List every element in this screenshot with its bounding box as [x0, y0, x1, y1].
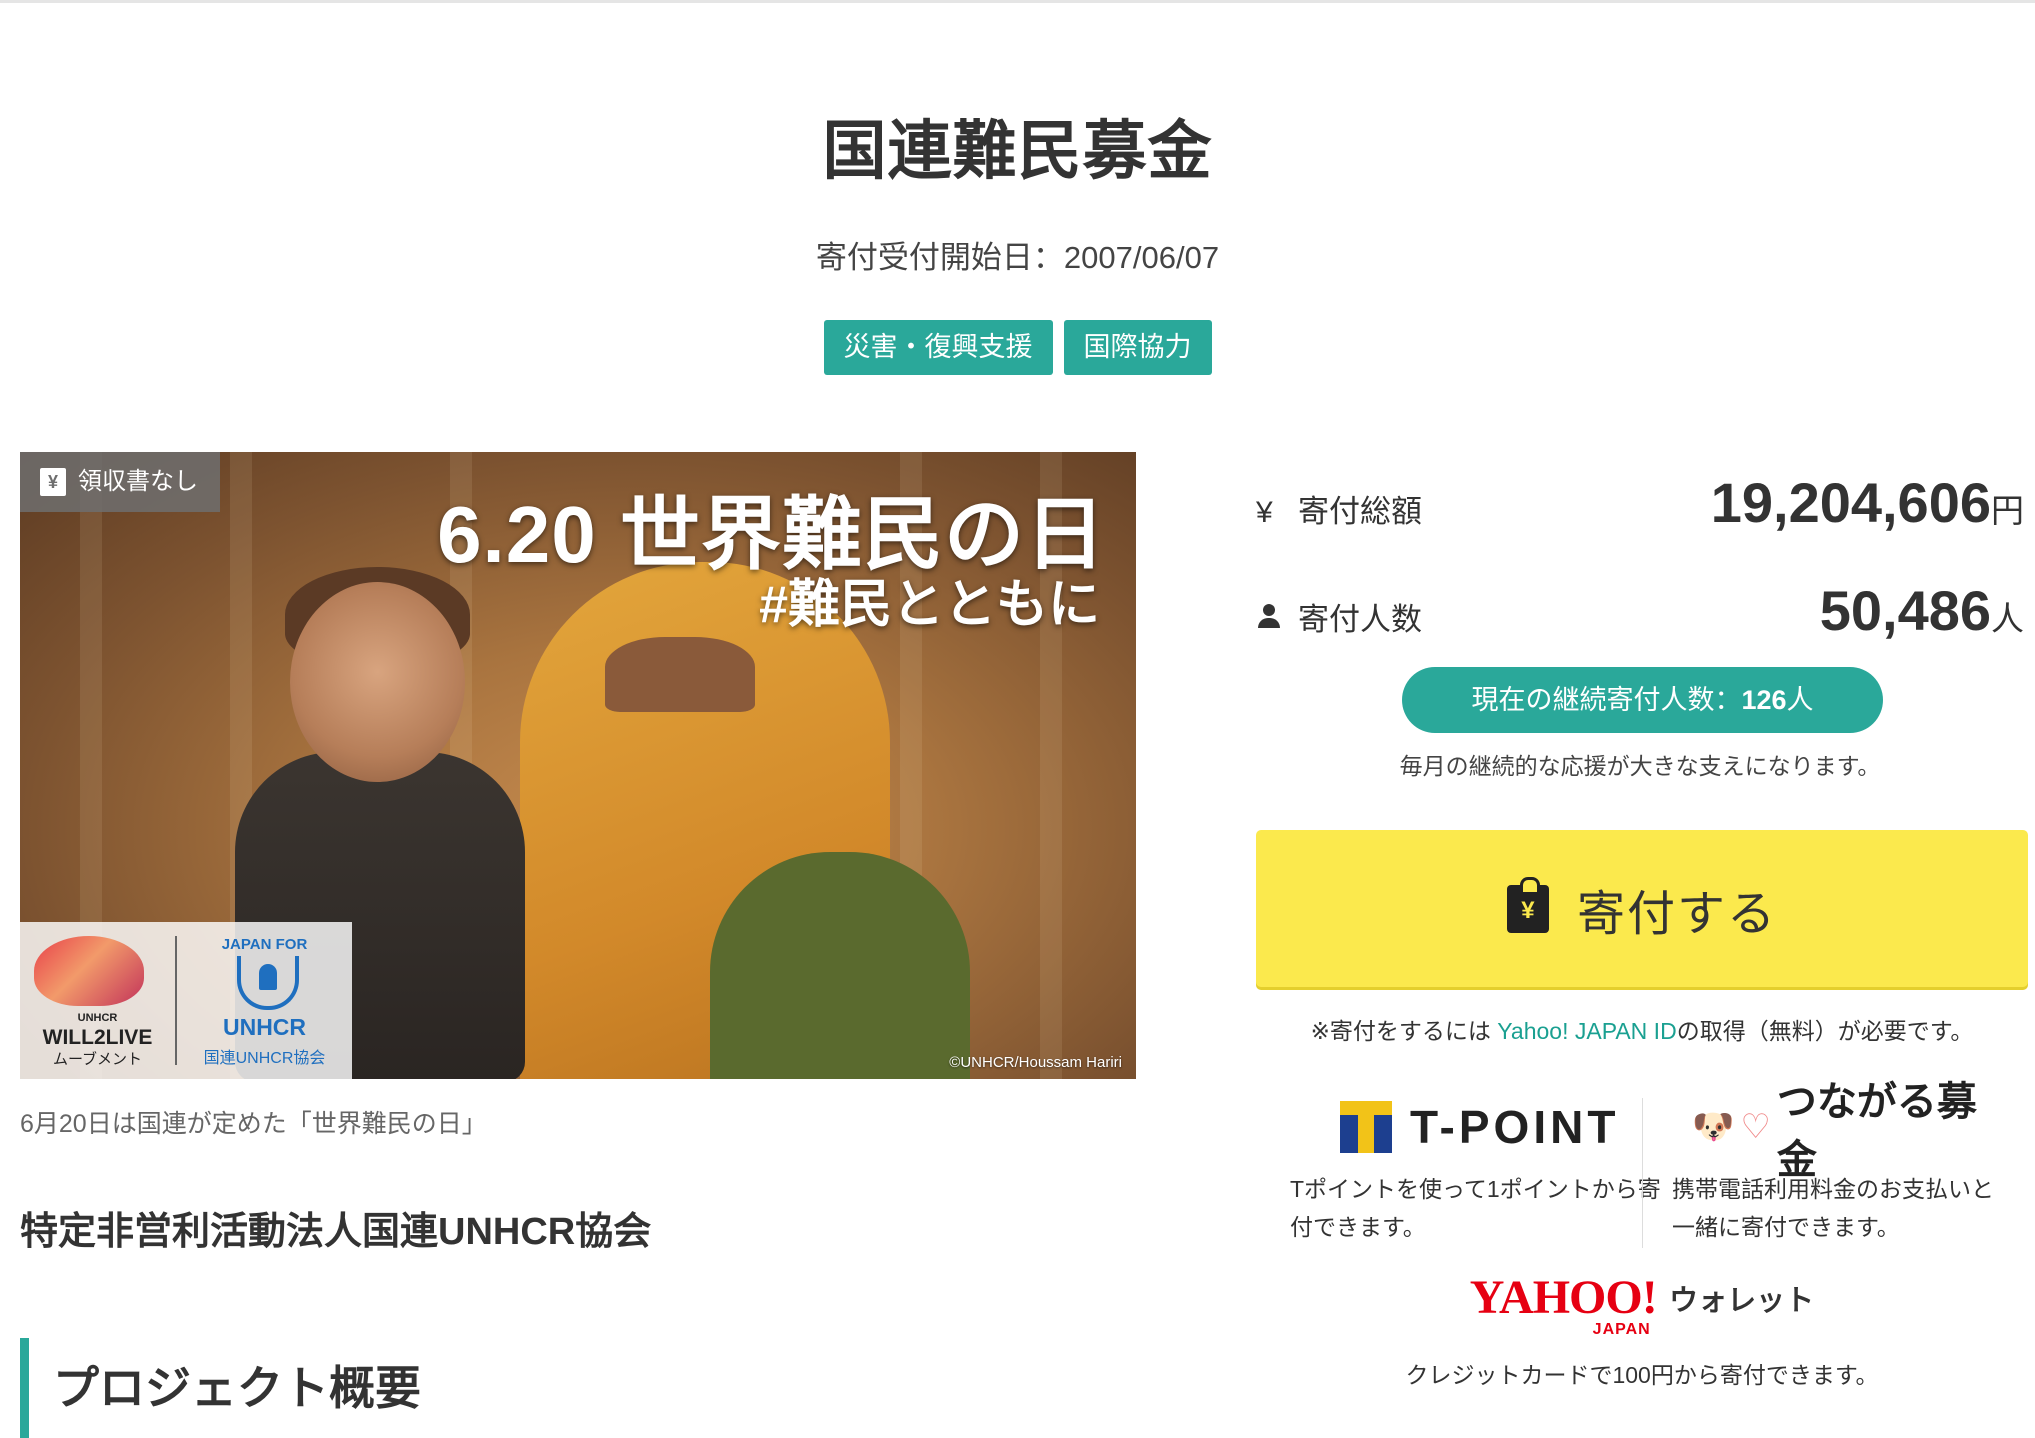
payment-divider — [1642, 1098, 1643, 1248]
photo-woman-face — [605, 637, 755, 712]
organization-name[interactable]: 特定非営利活動法人国連UNHCR協会 — [20, 1200, 651, 1255]
will2live-mark-icon — [34, 936, 144, 1006]
hero-image: 6.20 世界難民の日 #難民とともに ©UNHCR/Houssam Harir… — [20, 452, 1136, 1079]
tsunagaru-description: 携帯電話利用料金のお支払いと一緒に寄付できます。 — [1672, 1176, 1994, 1240]
receipt-badge-label: 領収書なし — [78, 468, 198, 495]
page-title: 国連難民募金 — [822, 115, 1213, 187]
yen-icon: ¥ — [1256, 496, 1273, 529]
will2live-logo: UNHCR WILL2LIVE ムーブメント — [20, 936, 177, 1068]
start-date: 寄付受付開始日：2007/06/07 — [815, 240, 1220, 275]
will2live-top-text: UNHCR — [77, 1012, 118, 1024]
monthly-note: 毎月の継続的な応援が大きな支えになります。 — [1399, 753, 1881, 779]
yahoo-logo-sub: JAPAN — [1592, 1321, 1651, 1338]
yahoo-id-link[interactable]: Yahoo! JAPAN ID — [1497, 1018, 1676, 1044]
will2live-sub: ムーブメント — [52, 1051, 143, 1068]
monthly-donor-value: 126 — [1741, 685, 1787, 715]
yahoo-wallet-option[interactable]: YAHOO! JAPAN ウォレット — [1256, 1270, 2028, 1338]
monthly-donor-label: 現在の継続寄付人数： — [1471, 685, 1742, 715]
stat-donors-value: 50,486 — [1819, 579, 1991, 642]
photo-credit: ©UNHCR/Houssam Hariri — [949, 1054, 1122, 1071]
hero-hashtag: #難民とともに — [759, 576, 1100, 634]
tpoint-logo: T-POINT — [1340, 1096, 1670, 1158]
monthly-donor-badge: 現在の継続寄付人数：126人 — [1402, 667, 1883, 733]
partner-logos: UNHCR WILL2LIVE ムーブメント JAPAN FOR UNHCR 国… — [20, 922, 352, 1079]
tpoint-option[interactable]: T-POINT Tポイントを使って1ポイントから寄付できます。 — [1290, 1096, 1670, 1246]
yahoo-id-note: ※寄付をするには Yahoo! JAPAN IDの取得（無料）が必要です。 — [1256, 1012, 2028, 1046]
stat-donor-count: 寄付人数 50,486 人 — [1256, 578, 2024, 643]
unhcr-top-text: JAPAN FOR — [221, 936, 308, 953]
stat-total-amount: ¥ 寄付総額 19,204,606 円 — [1256, 470, 2024, 535]
donation-clipboard-icon: ¥ — [1506, 876, 1549, 933]
receipt-badge: ¥ 領収書なし — [20, 452, 220, 512]
tsunagaru-option[interactable]: 🐶 ♡ つながる募金 携帯電話利用料金のお支払いと一緒に寄付できます。 — [1672, 1080, 2002, 1246]
dog-icon: 🐶 — [1692, 1108, 1735, 1146]
will2live-name: WILL2LIVE — [42, 1026, 153, 1049]
person-icon — [1256, 604, 1282, 630]
image-caption: 6月20日は国連が定めた「世界難民の日」 — [20, 1110, 487, 1138]
tag-disaster-recovery[interactable]: 災害・復興支援 — [823, 320, 1053, 375]
photo-woman-arm — [710, 852, 970, 1079]
tag-international-cooperation[interactable]: 国際協力 — [1063, 320, 1212, 375]
stat-total-label: 寄付総額 — [1298, 494, 1422, 529]
monthly-donor-unit: 人 — [1786, 685, 1814, 715]
tpoint-logo-text: T-POINT — [1410, 1101, 1620, 1153]
donate-button-label: 寄付する — [1576, 887, 1777, 941]
donate-button[interactable]: ¥ 寄付する — [1256, 830, 2028, 987]
yahoo-note-prefix: ※寄付をするには — [1310, 1018, 1498, 1044]
yahoo-wallet-description: クレジットカードで100円から寄付できます。 — [1405, 1362, 1879, 1388]
section-heading-overview: プロジェクト概要 — [20, 1338, 421, 1438]
yen-receipt-icon: ¥ — [40, 468, 66, 496]
tpoint-mark-icon — [1340, 1101, 1392, 1153]
photo-child-head — [290, 582, 465, 782]
stat-total-value: 19,204,606 — [1710, 471, 1991, 534]
tsunagaru-logo-text: つながる募金 — [1776, 1080, 1977, 1182]
unhcr-name: UNHCR — [222, 1014, 307, 1040]
stat-total-unit: 円 — [1991, 492, 2024, 529]
yahoo-wallet-label: ウォレット — [1669, 1284, 1815, 1317]
top-border — [0, 0, 2035, 3]
yahoo-logo-text: YAHOO! — [1469, 1271, 1658, 1324]
unhcr-logo: JAPAN FOR UNHCR 国連UNHCR協会 — [177, 922, 352, 1079]
unhcr-emblem-icon — [237, 956, 299, 1010]
tpoint-description: Tポイントを使って1ポイントから寄付できます。 — [1290, 1176, 1661, 1240]
tag-list: 災害・復興支援 国際協力 — [0, 320, 2035, 375]
heart-icon: ♡ — [1740, 1108, 1771, 1146]
unhcr-sub: 国連UNHCR協会 — [203, 1050, 326, 1067]
yahoo-japan-logo: YAHOO! JAPAN — [1469, 1270, 1658, 1338]
yahoo-note-suffix: の取得（無料）が必要です。 — [1676, 1018, 1974, 1044]
stat-donors-unit: 人 — [1991, 600, 2024, 637]
stat-donors-label: 寄付人数 — [1298, 602, 1422, 637]
tsunagaru-logo: 🐶 ♡ つながる募金 — [1692, 1080, 2002, 1182]
